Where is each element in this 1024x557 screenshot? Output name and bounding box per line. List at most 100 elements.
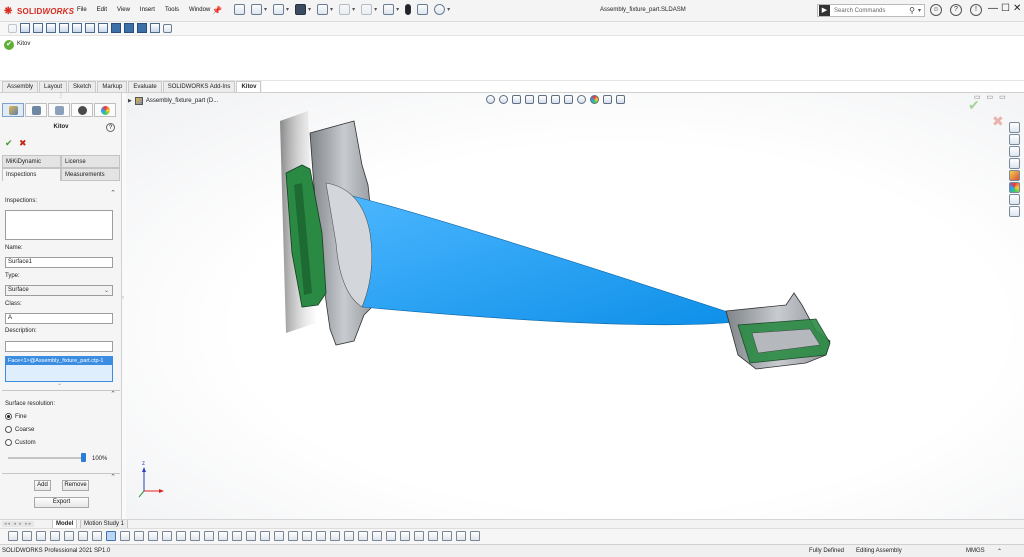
help-icon[interactable]: ?: [950, 4, 962, 16]
kitov-tool-2-icon[interactable]: [33, 23, 43, 33]
bottom-tool-34-icon[interactable]: [470, 531, 480, 541]
redo-dropdown-icon[interactable]: ▾: [374, 6, 377, 13]
resolution-slider-track[interactable]: [8, 457, 84, 459]
tab-markup[interactable]: Markup: [97, 81, 128, 92]
select-arrow-icon[interactable]: [383, 4, 395, 15]
type-value[interactable]: Surface: [6, 286, 112, 294]
splitter-arrow-icon[interactable]: ‹: [122, 295, 124, 301]
bottom-tool-32-icon[interactable]: [442, 531, 452, 541]
minimize-button[interactable]: —: [988, 3, 998, 14]
radio-coarse-dot[interactable]: [5, 426, 12, 433]
kitov-tool-10-icon[interactable]: [137, 23, 147, 33]
print-dropdown-icon[interactable]: ▾: [330, 6, 333, 13]
home-icon[interactable]: [234, 4, 245, 15]
file-properties-icon[interactable]: [417, 4, 429, 15]
collapse-resolution-icon[interactable]: ⌃: [110, 390, 116, 398]
graphics-area[interactable]: ▶ Assembly_fixture_part (D... ▭ ▭ ▭ ✔ ✖: [126, 93, 1024, 519]
bottom-tool-22-icon[interactable]: [302, 531, 312, 541]
search-dropdown-icon[interactable]: ▾: [918, 7, 921, 14]
selected-faces-box[interactable]: Face<1>@Assembly_fixture_part.ctp-1: [5, 356, 113, 382]
bottom-tool-16-icon[interactable]: [218, 531, 228, 541]
bottom-tool-7-icon[interactable]: [92, 531, 102, 541]
bottom-tool-14-icon[interactable]: [190, 531, 200, 541]
collapse-inspections-icon[interactable]: ⌃: [110, 189, 116, 197]
kitov-tool-7-icon[interactable]: [98, 23, 108, 33]
new-dropdown-icon[interactable]: ▾: [264, 6, 267, 13]
ok-check-button[interactable]: ✔: [5, 138, 13, 149]
menu-insert[interactable]: Insert: [140, 7, 155, 13]
options-gear-icon[interactable]: [434, 4, 446, 15]
tab-kitov[interactable]: Kitov: [236, 81, 262, 92]
menu-edit[interactable]: Edit: [97, 7, 107, 13]
property-manager-tab[interactable]: [25, 103, 47, 117]
bottom-tool-21-icon[interactable]: [288, 531, 298, 541]
close-window-button[interactable]: ✕: [1013, 3, 1021, 14]
pin-icon[interactable]: 📌: [212, 6, 222, 15]
bottom-tool-4-icon[interactable]: [50, 531, 60, 541]
resolution-slider-thumb[interactable]: [81, 453, 86, 462]
kitov-tool-6-icon[interactable]: [85, 23, 95, 33]
class-field[interactable]: A: [5, 313, 113, 324]
open-folder-icon[interactable]: [273, 4, 285, 15]
redo-icon[interactable]: [361, 4, 373, 15]
bottom-tool-18-icon[interactable]: [246, 531, 256, 541]
new-document-icon[interactable]: [251, 4, 262, 15]
bottom-tool-28-icon[interactable]: [386, 531, 396, 541]
bottom-tool-5-icon[interactable]: [64, 531, 74, 541]
save-icon[interactable]: [295, 4, 307, 15]
selected-face-item[interactable]: Face<1>@Assembly_fixture_part.ctp-1: [6, 357, 112, 365]
name-field[interactable]: Surface1: [5, 257, 113, 268]
description-field[interactable]: [5, 341, 113, 352]
bottom-tool-1-icon[interactable]: [8, 531, 18, 541]
bottom-tool-30-icon[interactable]: [414, 531, 424, 541]
edit-pencil-icon[interactable]: [163, 23, 172, 33]
bottom-tool-26-icon[interactable]: [358, 531, 368, 541]
remove-button[interactable]: Remove: [62, 480, 89, 491]
kitov-tool-1-icon[interactable]: [20, 23, 30, 33]
cancel-x-button[interactable]: ✖: [19, 138, 27, 149]
status-units[interactable]: MMGS: [966, 548, 985, 554]
bottom-tool-24-icon[interactable]: [330, 531, 340, 541]
description-value[interactable]: [6, 342, 112, 344]
class-value[interactable]: A: [6, 314, 112, 322]
bottom-tool-8-icon[interactable]: [106, 531, 116, 541]
search-input[interactable]: Search Commands: [834, 8, 909, 14]
export-button[interactable]: Export: [34, 497, 89, 508]
radio-coarse[interactable]: Coarse: [5, 426, 34, 433]
save-dropdown-icon[interactable]: ▾: [308, 6, 311, 13]
bottom-tool-20-icon[interactable]: [274, 531, 284, 541]
bottom-tool-17-icon[interactable]: [232, 531, 242, 541]
tab-inspections[interactable]: Inspections: [2, 168, 61, 181]
rebuild-icon[interactable]: [405, 4, 412, 15]
solidworks-logo[interactable]: ❋ SOLID WORKS: [4, 5, 74, 17]
configuration-manager-tab[interactable]: [48, 103, 70, 117]
kitov-tool-5-icon[interactable]: [72, 23, 82, 33]
blade-airfoil-surface[interactable]: [339, 192, 747, 326]
units-dropdown-icon[interactable]: ⌃: [997, 548, 1002, 555]
type-select[interactable]: Surface ⌄: [5, 285, 113, 296]
type-dropdown-icon[interactable]: ⌄: [104, 287, 109, 294]
radio-fine-dot[interactable]: [5, 413, 12, 420]
notifications-icon[interactable]: !: [970, 4, 982, 16]
anchor-icon[interactable]: [8, 23, 17, 33]
kitov-tool-8-icon[interactable]: [111, 23, 121, 33]
bottom-tool-33-icon[interactable]: [456, 531, 466, 541]
menu-tools[interactable]: Tools: [165, 7, 179, 13]
tab-solidworks-addins[interactable]: SOLIDWORKS Add-Ins: [162, 81, 236, 92]
bottom-tool-31-icon[interactable]: [428, 531, 438, 541]
restore-button[interactable]: ☐: [1001, 3, 1010, 14]
kitov-tool-9-icon[interactable]: [124, 23, 134, 33]
bottom-tool-23-icon[interactable]: [316, 531, 326, 541]
bottom-tool-27-icon[interactable]: [372, 531, 382, 541]
tab-license[interactable]: License: [61, 155, 120, 168]
open-dropdown-icon[interactable]: ▾: [286, 6, 289, 13]
assembly-model-render[interactable]: z: [126, 93, 1024, 519]
bottom-tool-10-icon[interactable]: [134, 531, 144, 541]
undo-dropdown-icon[interactable]: ▾: [352, 6, 355, 13]
user-account-icon[interactable]: ☺: [930, 4, 942, 16]
bottom-tool-19-icon[interactable]: [260, 531, 270, 541]
bottom-tool-29-icon[interactable]: [400, 531, 410, 541]
bottom-tool-11-icon[interactable]: [148, 531, 158, 541]
collapse-actions-icon[interactable]: ⌃: [110, 473, 116, 481]
bottom-tool-6-icon[interactable]: [78, 531, 88, 541]
